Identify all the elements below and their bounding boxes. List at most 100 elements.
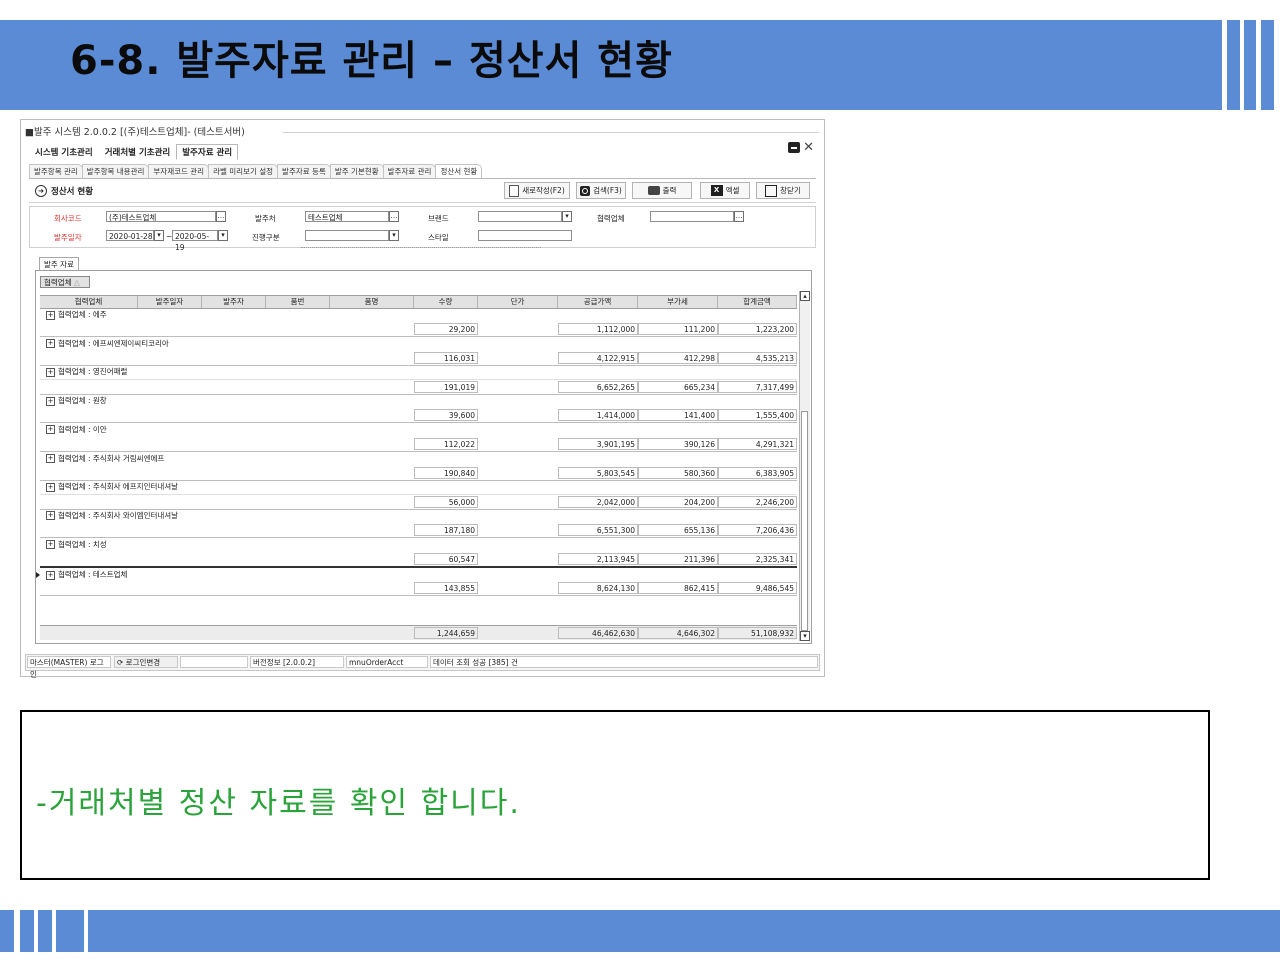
- group-summary-row: 116,031 4,122,915 412,298 4,535,213: [40, 351, 797, 366]
- expand-icon[interactable]: +: [46, 454, 55, 463]
- partner-input[interactable]: [650, 211, 734, 222]
- printer-icon: [647, 186, 660, 195]
- col-vat[interactable]: 부가세: [638, 296, 718, 308]
- summary-supply: 1,112,000: [558, 323, 638, 336]
- expand-icon[interactable]: +: [46, 425, 55, 435]
- col-total[interactable]: 합계금액: [718, 296, 797, 308]
- col-item-no[interactable]: 품번: [266, 296, 330, 308]
- note-box: -거래처별 정산 자료를 확인 합니다.: [20, 710, 1210, 880]
- group-row[interactable]: + 협력업체 : 주식회사 에프지인터내셔날: [40, 480, 797, 496]
- expand-icon[interactable]: +: [46, 339, 55, 349]
- date-to-input[interactable]: 2020-05-19: [172, 230, 218, 252]
- search-button[interactable]: 검색(F3): [576, 182, 626, 199]
- group-row[interactable]: + 협력업체 : 에주: [40, 308, 797, 323]
- group-summary-row: 112,022 3,901,195 390,126 4,291,321: [40, 437, 797, 453]
- group-row[interactable]: + 협력업체 : 원창: [40, 394, 797, 410]
- group-row[interactable]: + 협력업체 : 이안: [40, 423, 797, 438]
- menu-tab-partner[interactable]: 거래처별 기초관리: [99, 144, 177, 160]
- expand-icon[interactable]: +: [46, 511, 55, 521]
- summary-supply: 6,652,265: [558, 380, 638, 393]
- group-row[interactable]: + 협력업체 : 주식회사 와이엠인터내셔날: [40, 509, 797, 524]
- login-change-button[interactable]: ⟳ 로그인변경: [114, 656, 178, 668]
- scroll-down-icon[interactable]: ▾: [800, 631, 810, 641]
- brand-dropdown[interactable]: ▾: [562, 211, 572, 222]
- col-order-date[interactable]: 발주일자: [138, 296, 202, 308]
- grid-tab[interactable]: 발주 자료: [39, 257, 79, 271]
- style-input[interactable]: [478, 230, 572, 241]
- scroll-thumb[interactable]: [801, 411, 808, 631]
- expand-icon[interactable]: +: [46, 482, 55, 492]
- col-unit-price[interactable]: 단가: [478, 296, 558, 308]
- subtab-material-code[interactable]: 부자재코드 관리: [148, 164, 210, 178]
- subtab-item-mgmt[interactable]: 발주항목 관리: [29, 164, 83, 178]
- search-icon: [580, 185, 591, 196]
- minimize-icon[interactable]: [788, 142, 801, 153]
- subtab-order-status[interactable]: 발주 기본현황: [329, 164, 384, 178]
- group-by-chip[interactable]: 협력업체 △: [40, 276, 90, 288]
- summary-vat: 141,400: [638, 409, 718, 422]
- expand-icon[interactable]: +: [46, 570, 55, 580]
- current-row-marker: [36, 572, 40, 579]
- group-row[interactable]: + 협력업체 : 영진어패럴: [40, 365, 797, 381]
- subtab-settlement[interactable]: 정산서 현황: [435, 164, 483, 178]
- group-label: 협력업체 : 영진어패럴: [58, 367, 128, 377]
- subtab-order-register[interactable]: 발주자료 등록: [277, 164, 331, 178]
- col-qty[interactable]: 수량: [414, 296, 478, 308]
- col-partner[interactable]: 협력업체: [40, 296, 138, 308]
- summary-qty: 112,022: [414, 438, 478, 451]
- col-orderer[interactable]: 발주자: [202, 296, 266, 308]
- group-summary-row: 143,855 8,624,130 862,415 9,486,545: [40, 580, 797, 596]
- brand-select[interactable]: [478, 211, 562, 222]
- col-item-name[interactable]: 품명: [330, 296, 414, 308]
- expand-icon[interactable]: +: [46, 540, 55, 550]
- arrow-circle-icon: ➜: [35, 185, 47, 197]
- close-icon[interactable]: ✕: [803, 141, 814, 154]
- note-text: -거래처별 정산 자료를 확인 합니다.: [36, 786, 521, 821]
- group-label: 협력업체 : 주식회사 거림씨엔에프: [58, 453, 165, 463]
- menu-tabs: 시스템 기초관리 거래처별 기초관리 발주자료 관리: [29, 144, 239, 160]
- partner-lookup-button[interactable]: …: [734, 211, 744, 222]
- summary-supply: 2,113,945: [558, 552, 638, 565]
- status-message: 데이터 조회 성공 [385] 건: [430, 656, 818, 668]
- group-row[interactable]: + 협력업체 : 에프씨엔제이씨티코리아: [40, 337, 797, 352]
- sub-tabs: 발주항목 관리 발주항목 내용관리 부자재코드 관리 라벨 미리보기 설정 발주…: [29, 164, 816, 179]
- date-to-dropdown[interactable]: ▾: [218, 230, 228, 241]
- date-from-dropdown[interactable]: ▾: [154, 230, 164, 241]
- subtab-label-preview[interactable]: 라벨 미리보기 설정: [208, 164, 279, 178]
- subtab-item-content[interactable]: 발주항목 내용관리: [81, 164, 150, 178]
- progress-select[interactable]: [305, 230, 389, 241]
- print-button[interactable]: 출력: [632, 182, 692, 199]
- expand-icon[interactable]: +: [46, 396, 55, 406]
- company-code-lookup-button[interactable]: …: [216, 211, 226, 222]
- excel-button[interactable]: X 엑셀: [700, 182, 750, 199]
- group-row[interactable]: + 협력업체 : 주식회사 거림씨엔에프: [40, 452, 797, 467]
- excel-icon: X: [710, 185, 723, 196]
- partner-label: 협력업체: [597, 214, 625, 223]
- vertical-scrollbar[interactable]: ▴ ▾: [799, 291, 810, 641]
- splitter[interactable]: [301, 247, 541, 248]
- total-supply: 46,462,630: [558, 627, 638, 639]
- group-row[interactable]: + 협력업체 : 치성: [40, 538, 797, 553]
- subtab-order-mgmt[interactable]: 발주자료 관리: [382, 164, 437, 178]
- summary-vat: 862,415: [638, 581, 718, 594]
- group-summary-row: 39,600 1,414,000 141,400 1,555,400: [40, 408, 797, 424]
- orderer-input[interactable]: 테스트업체: [305, 211, 389, 222]
- expand-icon[interactable]: +: [46, 367, 55, 377]
- group-label: 협력업체 : 에주: [58, 310, 107, 319]
- close-window-button[interactable]: 창닫기: [756, 182, 810, 199]
- orderer-lookup-button[interactable]: …: [389, 211, 399, 222]
- progress-dropdown[interactable]: ▾: [389, 230, 399, 241]
- scroll-up-icon[interactable]: ▴: [800, 291, 810, 301]
- new-button[interactable]: 새로작성(F2): [504, 182, 570, 199]
- toolbar: ➜ 정산서 현황 새로작성(F2) 검색(F3) 출력 X 엑셀 창닫기: [29, 180, 816, 203]
- status-version: 버전정보 [2.0.0.2]: [250, 656, 344, 668]
- col-supply[interactable]: 공급가액: [558, 296, 638, 308]
- summary-total: 1,223,200: [718, 323, 797, 336]
- company-code-input[interactable]: (주)테스트업체: [106, 211, 216, 222]
- menu-tab-order[interactable]: 발주자료 관리: [176, 144, 239, 160]
- summary-vat: 665,234: [638, 380, 718, 393]
- date-from-input[interactable]: 2020-01-28: [106, 230, 154, 241]
- expand-icon[interactable]: +: [46, 310, 55, 320]
- menu-tab-system[interactable]: 시스템 기초관리: [29, 144, 99, 160]
- window-title: ■발주 시스템 2.0.0.2 [(주)테스트업체]- (테스트서버): [25, 127, 245, 138]
